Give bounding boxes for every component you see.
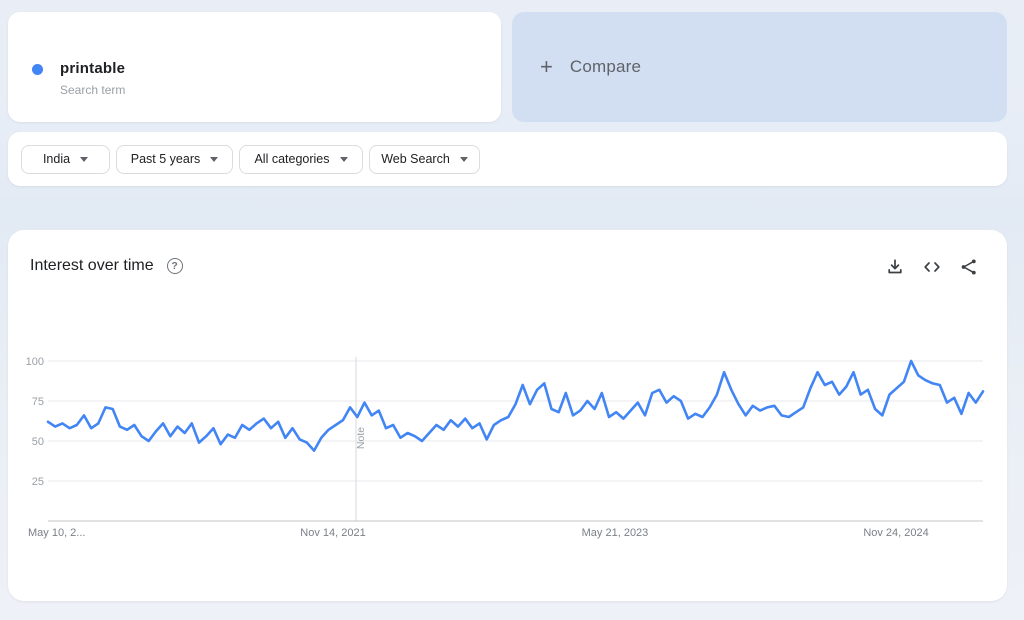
svg-text:May 21, 2023: May 21, 2023: [582, 527, 649, 539]
chevron-down-icon: [210, 156, 219, 162]
search-term-card[interactable]: printable Search term: [8, 12, 501, 122]
svg-text:Nov 24, 2024: Nov 24, 2024: [863, 527, 928, 539]
category-label: All categories: [254, 152, 330, 166]
time-range-dropdown[interactable]: Past 5 years: [116, 144, 233, 174]
series-color-dot: [32, 64, 43, 75]
svg-text:75: 75: [32, 396, 44, 408]
chevron-down-icon: [80, 156, 89, 162]
category-dropdown[interactable]: All categories: [239, 144, 363, 174]
chevron-down-icon: [459, 156, 468, 162]
svg-text:50: 50: [32, 436, 44, 448]
plus-icon: +: [540, 54, 553, 79]
search-type-dropdown[interactable]: Web Search: [369, 144, 480, 174]
svg-text:25: 25: [32, 476, 44, 488]
search-type-label: Web Search: [381, 152, 450, 166]
filter-bar: India Past 5 years All categories Web Se…: [8, 132, 1007, 186]
geo-filter-label: India: [42, 152, 71, 166]
compare-label: Compare: [569, 57, 642, 76]
compare-button[interactable]: + Compare: [512, 12, 1007, 122]
interest-over-time-card: Interest over time ? 25 50 75 100 Note May 10…: [8, 230, 1007, 601]
search-term-label: printable: [60, 60, 126, 77]
svg-text:Note: Note: [355, 427, 367, 449]
svg-text:May 10, 2...: May 10, 2...: [28, 527, 85, 539]
geo-filter-dropdown[interactable]: India: [21, 144, 110, 174]
search-term-subtitle: Search term: [60, 83, 126, 97]
interest-over-time-chart[interactable]: 25 50 75 100 Note May 10, 2... Nov 14, 2021 May…: [8, 230, 1007, 601]
svg-text:Nov 14, 2021: Nov 14, 2021: [300, 527, 365, 539]
time-range-label: Past 5 years: [130, 152, 201, 166]
chevron-down-icon: [339, 156, 348, 162]
svg-text:100: 100: [26, 356, 44, 368]
